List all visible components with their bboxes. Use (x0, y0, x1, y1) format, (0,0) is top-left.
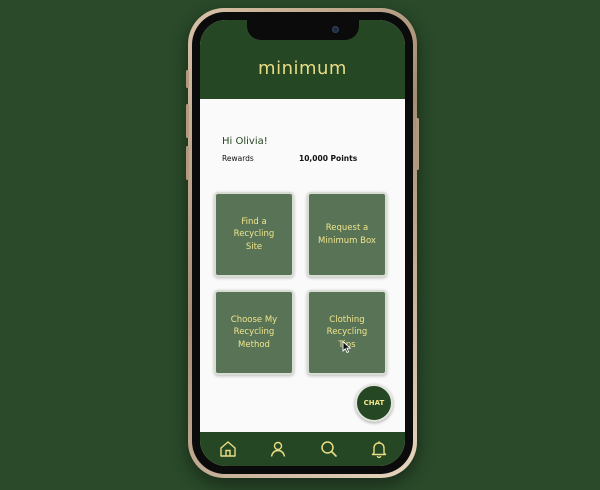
tile-label: Choose My Recycling Method (230, 314, 278, 350)
search-icon (321, 441, 337, 457)
bell-icon (371, 441, 387, 459)
camera-icon (331, 26, 339, 33)
mute-switch (186, 70, 189, 88)
volume-up-button (186, 104, 189, 138)
tile-label: Request a Minimum Box (318, 223, 376, 246)
greeting-text: Hi Olivia! (222, 136, 268, 147)
phone-notch (246, 20, 359, 40)
nav-profile[interactable] (268, 439, 288, 459)
mouse-cursor-icon (342, 341, 352, 353)
bottom-nav-bar (200, 432, 405, 466)
background: minimum Hi Olivia! Rewards 10,000 Points… (0, 0, 600, 490)
chat-button[interactable]: CHAT (355, 384, 393, 422)
home-icon (220, 441, 236, 457)
rewards-label: Rewards (222, 154, 254, 163)
home-content: Hi Olivia! Rewards 10,000 Points Find a … (200, 99, 405, 432)
choose-recycling-method-button[interactable]: Choose My Recycling Method (214, 290, 294, 375)
volume-down-button (186, 146, 189, 180)
tile-label: Find a Recycling Site (233, 216, 275, 252)
nav-home[interactable] (218, 439, 238, 459)
app-logo: minimum (258, 58, 347, 79)
phone-frame: minimum Hi Olivia! Rewards 10,000 Points… (186, 8, 419, 478)
clothing-recycling-tips-button[interactable]: Clothing Recycling Tips (307, 290, 387, 375)
nav-search[interactable] (319, 439, 339, 459)
app-screen: minimum Hi Olivia! Rewards 10,000 Points… (200, 20, 405, 466)
request-minimum-box-button[interactable]: Request a Minimum Box (307, 192, 387, 277)
find-recycling-site-button[interactable]: Find a Recycling Site (214, 192, 294, 277)
profile-icon (270, 441, 286, 457)
nav-notifications[interactable] (369, 439, 389, 459)
power-button (416, 118, 419, 170)
rewards-points: 10,000 Points (299, 154, 358, 163)
